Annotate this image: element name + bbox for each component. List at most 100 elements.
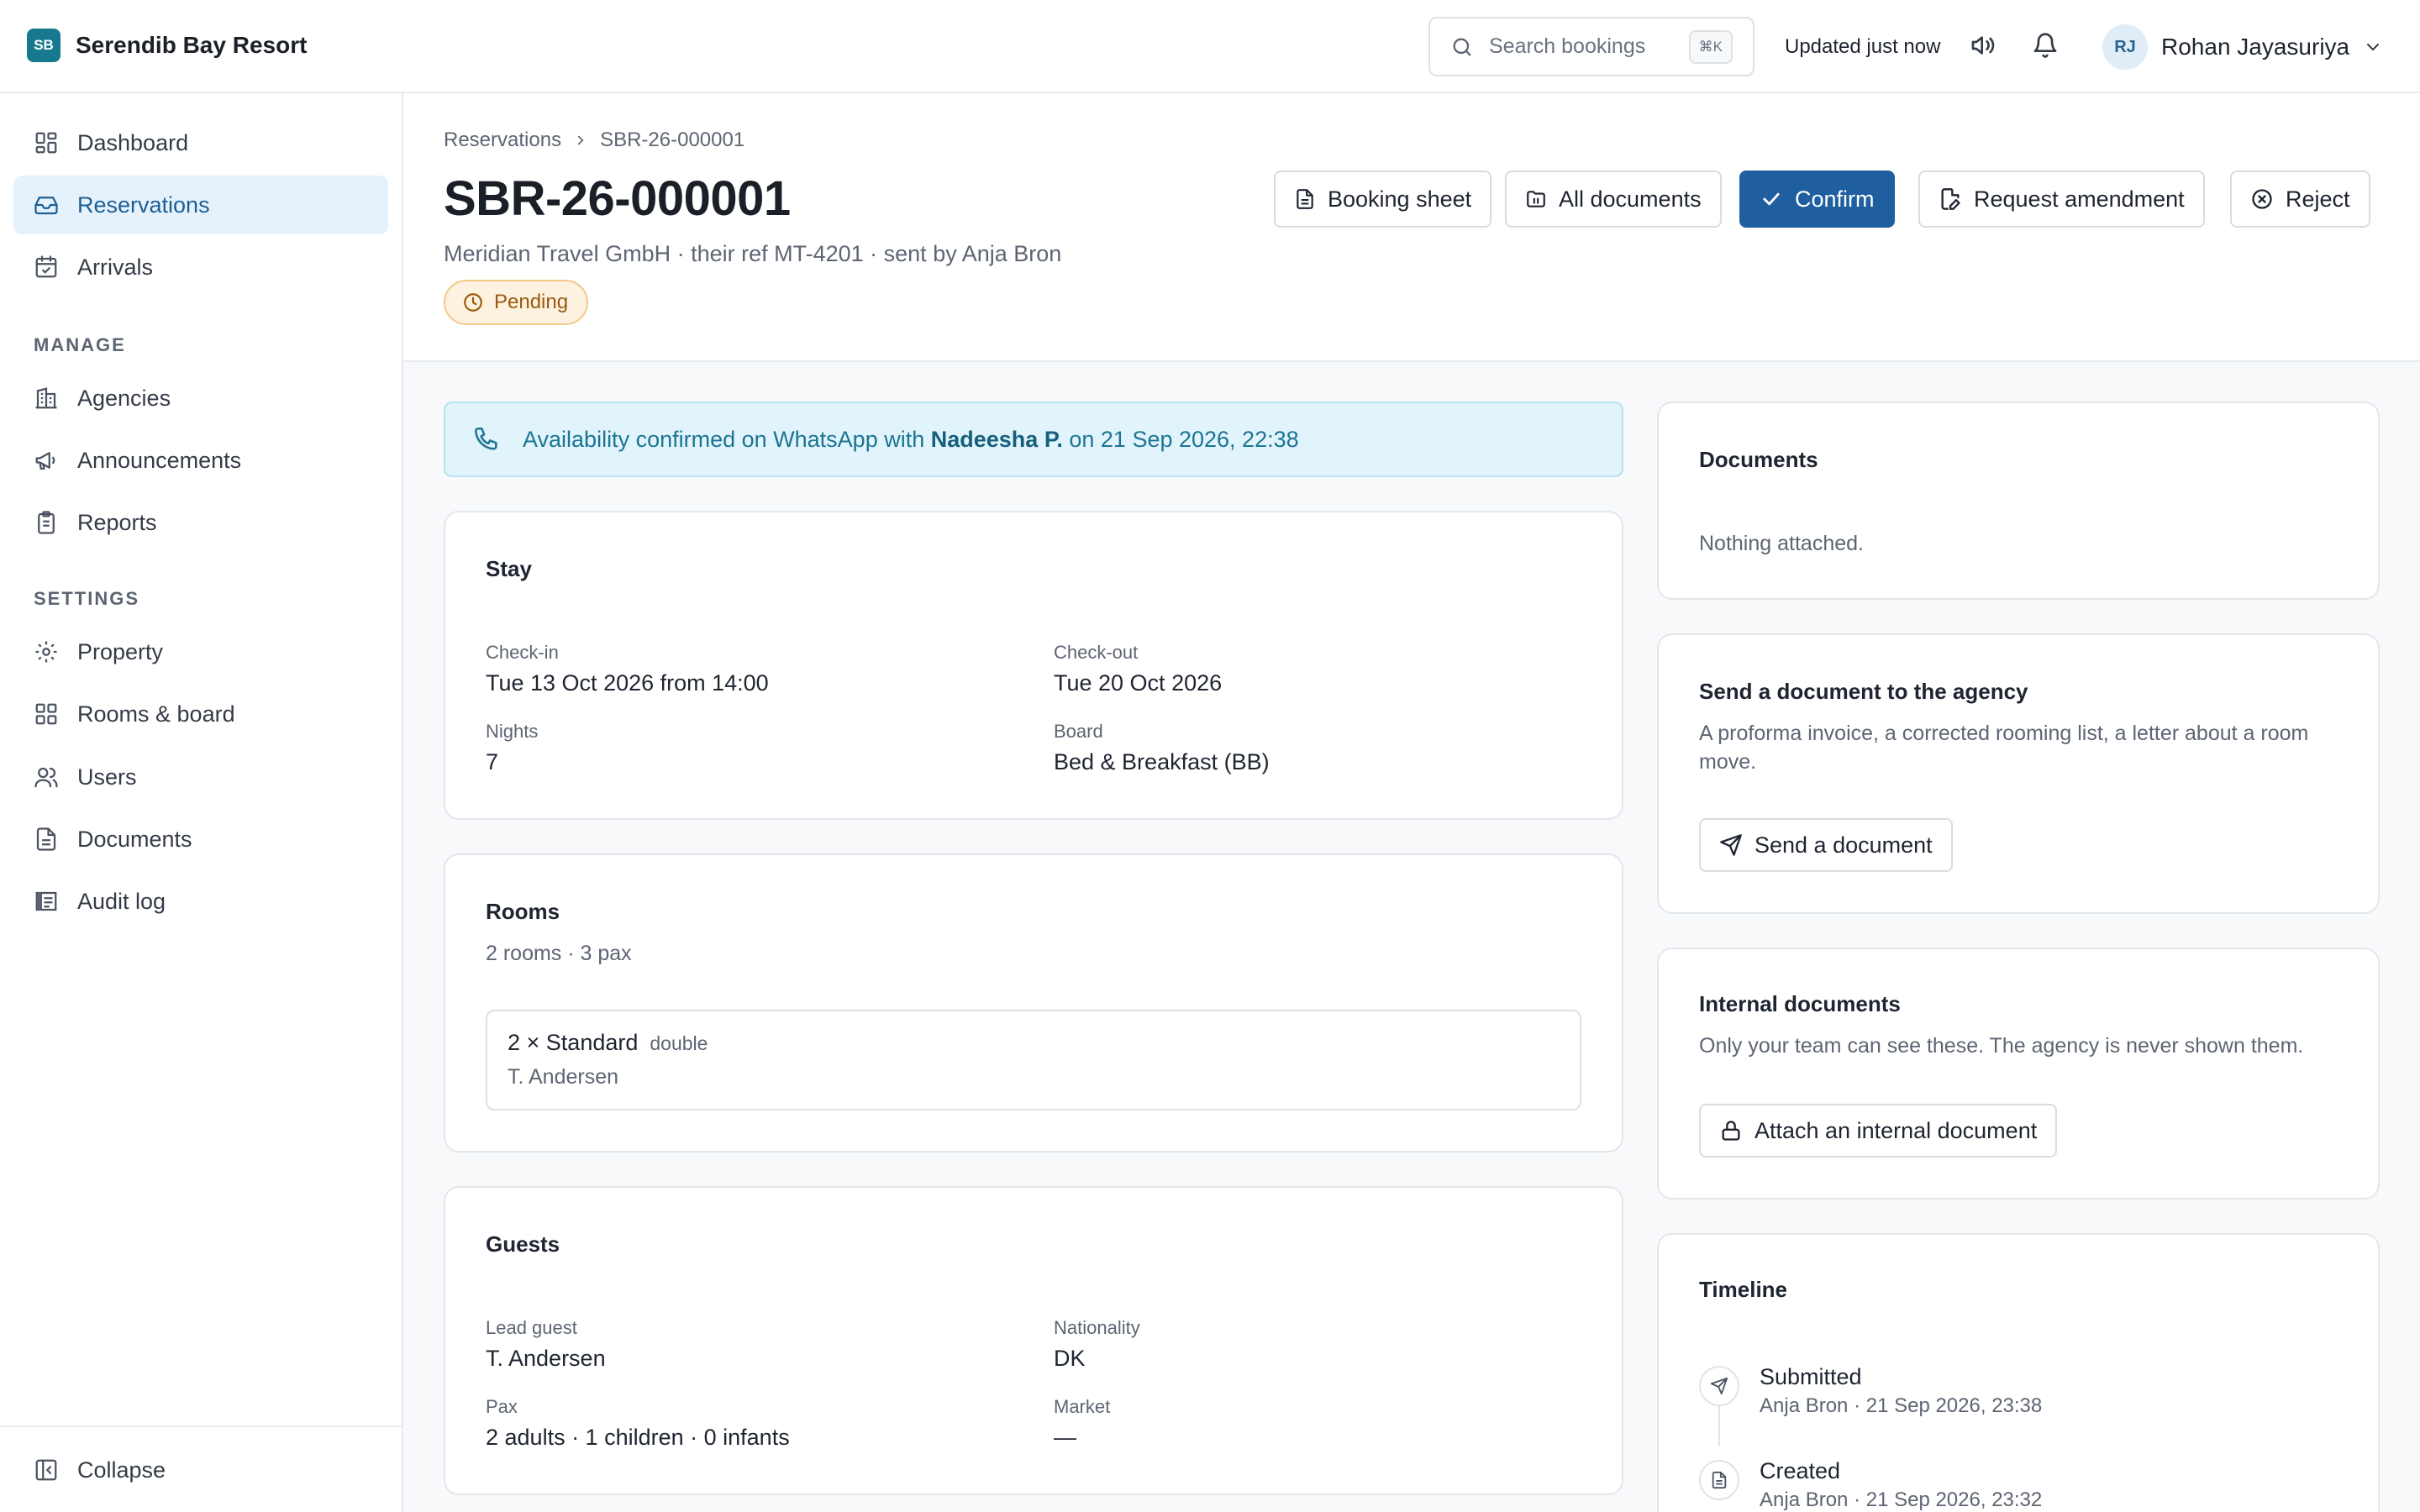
- page-title: SBR-26-000001: [444, 171, 791, 226]
- search-shortcut: ⌘K: [1688, 29, 1733, 64]
- attach-internal-document-button[interactable]: Attach an internal document: [1699, 1104, 2058, 1158]
- request-amendment-button[interactable]: Request amendment: [1918, 171, 2205, 228]
- sidebar-item-dashboard[interactable]: Dashboard: [13, 113, 388, 172]
- nights-label: Nights: [486, 721, 539, 742]
- room-name: 2 × Standard: [508, 1030, 639, 1055]
- sidebar-item-label: Users: [77, 764, 137, 790]
- checkout-label: Check-out: [1054, 642, 1139, 663]
- megaphone-icon: [34, 448, 59, 473]
- x-circle-icon: [2250, 187, 2274, 211]
- alert-text: Availability confirmed on WhatsApp with …: [523, 427, 1299, 453]
- market-label: Market: [1054, 1396, 1111, 1417]
- confirm-button[interactable]: Confirm: [1739, 171, 1895, 228]
- sidebar-item-announcements[interactable]: Announcements: [13, 431, 388, 490]
- file-text-icon: [34, 827, 59, 852]
- section-heading-manage: MANAGE: [34, 334, 126, 355]
- sound-icon[interactable]: [1970, 32, 1996, 59]
- documents-card: Documents Nothing attached.: [1657, 402, 2380, 600]
- status-label: Pending: [494, 291, 569, 313]
- phone-icon: [472, 425, 501, 454]
- sidebar-item-reports[interactable]: Reports: [13, 493, 388, 552]
- request-amendment-label: Request amendment: [1974, 186, 2185, 212]
- pax-label: Pax: [486, 1396, 518, 1417]
- sidebar-item-label: Arrivals: [77, 254, 154, 280]
- collapse-button[interactable]: Collapse: [13, 1441, 388, 1499]
- guests-title: Guests: [486, 1231, 560, 1257]
- list-item: 2 × Standard double T. Andersen: [486, 1010, 1581, 1110]
- collapse-label: Collapse: [77, 1457, 166, 1483]
- sidebar-item-agencies[interactable]: Agencies: [13, 369, 388, 428]
- alert-contact: Nadeesha P.: [930, 426, 1063, 452]
- gear-icon: [34, 639, 59, 664]
- timeline-event-title: Submitted: [1760, 1364, 1862, 1389]
- sidebar-item-label: Audit log: [77, 888, 166, 914]
- file-edit-icon: [1939, 187, 1962, 211]
- lead-guest-label: Lead guest: [486, 1317, 577, 1338]
- send-document-button[interactable]: Send a document: [1699, 818, 1953, 872]
- send-icon: [1719, 833, 1743, 857]
- building-icon: [34, 386, 59, 411]
- pax-value: 2 adults · 1 children · 0 infants: [486, 1425, 790, 1450]
- search-placeholder: Search bookings: [1489, 34, 1646, 58]
- sidebar-item-users[interactable]: Users: [13, 748, 388, 806]
- clipboard-icon: [34, 510, 59, 535]
- alert-prefix: Availability confirmed on WhatsApp with: [523, 426, 925, 452]
- sidebar-item-label: Rooms & board: [77, 701, 235, 727]
- stay-card: Stay Check-in Tue 13 Oct 2026 from 14:00…: [444, 511, 1623, 820]
- send-document-card: Send a document to the agency A proforma…: [1657, 633, 2380, 914]
- clock-icon: [462, 291, 484, 313]
- timeline-event-meta: Anja Bron · 21 Sep 2026, 23:32: [1760, 1488, 2043, 1511]
- folder-icon: [1525, 188, 1547, 210]
- brand-logo: SB: [27, 29, 60, 62]
- sidebar-item-documents[interactable]: Documents: [13, 810, 388, 869]
- attach-internal-document-label: Attach an internal document: [1754, 1117, 2038, 1143]
- guests-card: Guests Lead guest T. Andersen Nationalit…: [444, 1186, 1623, 1495]
- check-icon: [1760, 187, 1783, 211]
- section-heading-settings: SETTINGS: [34, 588, 140, 609]
- rooms-card: Rooms 2 rooms · 3 pax 2 × Standard doubl…: [444, 853, 1623, 1152]
- booking-sheet-button[interactable]: Booking sheet: [1274, 171, 1492, 228]
- internal-documents-title: Internal documents: [1699, 991, 1901, 1016]
- sidebar-item-rooms-board[interactable]: Rooms & board: [13, 685, 388, 743]
- sidebar-item-label: Property: [77, 638, 164, 664]
- booking-sheet-label: Booking sheet: [1328, 186, 1472, 212]
- board-label: Board: [1054, 721, 1103, 742]
- timeline-event-title: Created: [1760, 1458, 1841, 1483]
- user-name: Rohan Jayasuriya: [2161, 34, 2350, 60]
- breadcrumb-reservations[interactable]: Reservations: [444, 129, 561, 152]
- internal-documents-card: Internal documents Only your team can se…: [1657, 948, 2380, 1200]
- availability-alert: Availability confirmed on WhatsApp with …: [444, 402, 1623, 477]
- documents-empty: Nothing attached.: [1699, 532, 1864, 555]
- user-menu[interactable]: RJ Rohan Jayasuriya: [2102, 24, 2383, 70]
- inbox-icon: [34, 192, 59, 218]
- nationality-value: DK: [1054, 1346, 1086, 1371]
- sidebar-item-property[interactable]: Property: [13, 622, 388, 681]
- all-documents-label: All documents: [1559, 186, 1702, 212]
- brand[interactable]: SB Serendib Bay Resort: [27, 29, 307, 62]
- timeline-dot: [1699, 1366, 1739, 1406]
- avatar: RJ: [2102, 24, 2148, 70]
- checkin-value: Tue 13 Oct 2026 from 14:00: [486, 670, 769, 696]
- stay-title: Stay: [486, 556, 532, 581]
- sidebar-item-reservations[interactable]: Reservations: [13, 176, 388, 234]
- audit-log-icon: [34, 889, 59, 914]
- reject-button[interactable]: Reject: [2230, 171, 2370, 228]
- breadcrumb: Reservations SBR-26-000001: [444, 129, 744, 152]
- send-icon: [1710, 1377, 1728, 1395]
- all-documents-button[interactable]: All documents: [1505, 171, 1722, 228]
- bell-icon[interactable]: [2032, 32, 2059, 59]
- lock-icon: [1719, 1119, 1743, 1142]
- top-bar: SB Serendib Bay Resort Search bookings ⌘…: [0, 0, 2420, 93]
- sidebar-item-audit-log[interactable]: Audit log: [13, 872, 388, 931]
- sidebar-item-label: Dashboard: [77, 129, 189, 155]
- timeline-dot: [1699, 1460, 1739, 1500]
- file-text-icon: [1294, 188, 1316, 210]
- sidebar-item-arrivals[interactable]: Arrivals: [13, 238, 388, 297]
- chevron-down-icon: [2363, 37, 2383, 57]
- board-value: Bed & Breakfast (BB): [1054, 749, 1270, 774]
- collapse-area: Collapse: [0, 1425, 402, 1512]
- send-document-label: Send a document: [1754, 832, 1933, 858]
- brand-name: Serendib Bay Resort: [76, 32, 308, 58]
- internal-documents-description: Only your team can see these. The agency…: [1699, 1034, 2304, 1058]
- search-input[interactable]: Search bookings ⌘K: [1428, 17, 1754, 76]
